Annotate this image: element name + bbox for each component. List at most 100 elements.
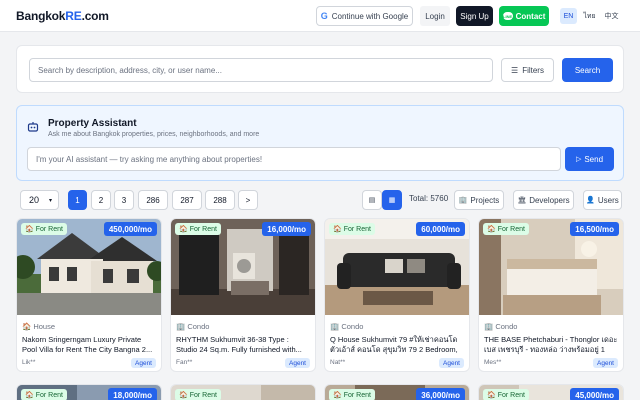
send-button[interactable]: ▷ Send: [565, 147, 614, 171]
property-type: 🏢 Condo: [484, 322, 517, 331]
agent-badge: Agent: [439, 358, 464, 368]
listing-user: Mes**: [484, 359, 502, 366]
lang-th-button[interactable]: ไทย: [581, 8, 598, 24]
building-icon: 🏢: [330, 322, 340, 331]
house-icon: 🏠: [22, 322, 32, 331]
site-logo[interactable]: BangkokRE.com: [16, 9, 109, 23]
listing-title[interactable]: Nakorn Sringerngam Luxury Private Pool V…: [22, 335, 158, 355]
listing-card[interactable]: 🏠 For Rent 18,000/mo: [16, 384, 162, 400]
agent-badge: Agent: [593, 358, 618, 368]
property-type: 🏢 Condo: [330, 322, 363, 331]
developers-label: Developers: [529, 195, 570, 205]
contact-line-button[interactable]: LINE Contact: [499, 6, 549, 26]
sliders-icon: ☰: [511, 65, 519, 75]
property-type-label: Condo: [495, 322, 518, 331]
user-icon: 👤: [586, 197, 595, 204]
signup-button[interactable]: Sign Up: [456, 6, 493, 26]
agent-badge: Agent: [285, 358, 310, 368]
status-label: For Rent: [189, 391, 217, 399]
lang-zh-button[interactable]: 中文: [603, 8, 620, 24]
send-label: Send: [584, 154, 604, 164]
house-icon: 🏠: [487, 392, 496, 399]
for-rent-badge: 🏠 For Rent: [483, 223, 529, 235]
house-icon: 🏠: [25, 226, 34, 233]
search-input[interactable]: Search by description, address, city, or…: [29, 58, 493, 82]
assistant-input[interactable]: I'm your AI assistant — try asking me an…: [27, 147, 561, 171]
robot-icon: [27, 121, 39, 133]
property-type: 🏠 House: [22, 322, 55, 331]
for-rent-badge: 🏠 For Rent: [329, 389, 375, 400]
top-header: BangkokRE.com G Continue with Google Log…: [0, 0, 640, 32]
house-icon: 🏠: [333, 392, 342, 399]
per-page-select[interactable]: 20 ▾: [20, 190, 59, 210]
login-button[interactable]: Login: [420, 6, 450, 26]
assistant-subtitle: Ask me about Bangkok properties, prices,…: [48, 131, 260, 138]
line-chat-icon: LINE: [502, 12, 513, 20]
chevron-down-icon: ▾: [48, 197, 52, 204]
listing-card[interactable]: 🏠 For Rent 36,000/mo: [324, 384, 470, 400]
listing-title[interactable]: RHYTHM Sukhumvit 36-38 Type : Studio 24 …: [176, 335, 312, 355]
building-icon: 🏢: [458, 197, 468, 204]
projects-button[interactable]: 🏢 Projects: [454, 190, 504, 210]
page-button[interactable]: 287: [172, 190, 202, 210]
users-button[interactable]: 👤 Users: [583, 190, 622, 210]
listing-user: Lik**: [22, 359, 36, 366]
house-icon: 🏠: [487, 226, 496, 233]
send-icon: ▷: [575, 156, 582, 163]
total-count: Total: 5760: [409, 194, 449, 203]
price-badge: 60,000/mo: [416, 222, 465, 236]
status-label: For Rent: [497, 391, 525, 399]
house-icon: 🏠: [25, 392, 34, 399]
listing-title[interactable]: Q House Sukhumvit 79 #ให้เช่าคอนโด ตัวเอ…: [330, 335, 466, 355]
page-button[interactable]: 2: [91, 190, 111, 210]
next-page-button[interactable]: >: [238, 190, 258, 210]
assistant-title: Property Assistant: [48, 118, 137, 129]
users-label: Users: [597, 195, 619, 205]
status-label: For Rent: [189, 225, 217, 233]
price-badge: 16,000/mo: [262, 222, 311, 236]
listing-user: Fan**: [176, 359, 193, 366]
for-rent-badge: 🏠 For Rent: [175, 223, 221, 235]
listing-card[interactable]: 🏠 For Rent 450,000/mo 🏠 House Nakorn Sring…: [16, 218, 162, 372]
price-badge: 36,000/mo: [416, 388, 465, 400]
listing-user: Nat**: [330, 359, 346, 366]
bank-icon: 🏛: [517, 197, 527, 204]
for-rent-badge: 🏠 For Rent: [21, 389, 67, 400]
lang-en-button[interactable]: EN: [560, 8, 577, 24]
filters-button[interactable]: ☰ Filters: [501, 58, 554, 82]
price-badge: 16,500/mo: [570, 222, 619, 236]
price-badge: 18,000/mo: [108, 388, 157, 400]
property-type-label: Condo: [187, 322, 210, 331]
house-icon: 🏠: [179, 392, 188, 399]
price-badge: 45,000/mo: [570, 388, 619, 400]
property-type: 🏢 Condo: [176, 322, 209, 331]
price-badge: 450,000/mo: [103, 222, 157, 236]
grid-view-icon[interactable]: ▦: [382, 190, 402, 210]
listing-card[interactable]: 🏠 For Rent 60,000/mo 🏢 Condo Q House Sukhu…: [324, 218, 470, 372]
search-button[interactable]: Search: [562, 58, 613, 82]
developers-button[interactable]: 🏛 Developers: [513, 190, 574, 210]
listing-card[interactable]: 🏠 For Rent: [170, 384, 316, 400]
list-view-icon[interactable]: ▤: [362, 190, 382, 210]
logo-main-text: Bangkok: [16, 9, 66, 23]
logo-accent-text: RE: [65, 9, 82, 23]
property-type-label: Condo: [341, 322, 364, 331]
building-icon: 🏢: [484, 322, 494, 331]
per-page-value: 20: [29, 195, 40, 205]
status-label: For Rent: [35, 225, 63, 233]
page-button[interactable]: 288: [205, 190, 235, 210]
house-icon: 🏠: [333, 226, 342, 233]
status-label: For Rent: [343, 225, 371, 233]
page-button[interactable]: 1: [68, 190, 87, 210]
page-button[interactable]: 3: [114, 190, 134, 210]
for-rent-badge: 🏠 For Rent: [483, 389, 529, 400]
google-signin-button[interactable]: G Continue with Google: [316, 6, 413, 26]
listing-title[interactable]: THE BASE Phetchaburi - Thonglor เดอะ เบส…: [484, 335, 620, 355]
listing-card[interactable]: 🏠 For Rent 45,000/mo: [478, 384, 624, 400]
for-rent-badge: 🏠 For Rent: [21, 223, 67, 235]
filters-label: Filters: [522, 65, 544, 75]
agent-badge: Agent: [131, 358, 156, 368]
listing-card[interactable]: 🏠 For Rent 16,000/mo 🏢 Condo RHYTHM Sukhum…: [170, 218, 316, 372]
listing-card[interactable]: 🏠 For Rent 16,500/mo 🏢 Condo THE BASE Phet…: [478, 218, 624, 372]
page-button[interactable]: 286: [138, 190, 168, 210]
